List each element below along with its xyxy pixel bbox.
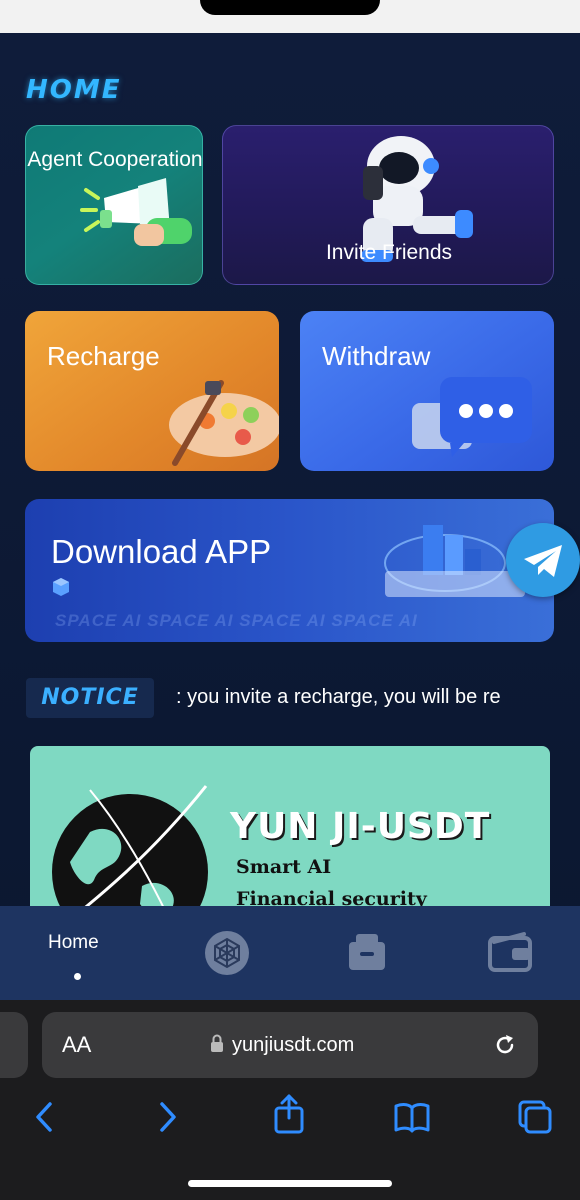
palette-icon xyxy=(169,380,279,466)
banner-title: YUN JI-USDT xyxy=(230,806,491,847)
dynamic-island xyxy=(200,0,380,15)
url-text: yunjiusdt.com xyxy=(232,1034,355,1056)
tab-wallet[interactable] xyxy=(486,906,534,1000)
home-section-title: HOME xyxy=(26,75,122,105)
address-bar[interactable]: AA yunjiusdt.com xyxy=(42,1012,538,1078)
invite-friends-label: Invite Friends xyxy=(325,241,453,264)
megaphone-icon xyxy=(80,178,192,246)
lock-icon xyxy=(211,1034,223,1052)
notice-marquee-text: : you invite a recharge, you will be re xyxy=(176,686,501,708)
tab-active-indicator xyxy=(74,973,81,980)
download-app-card[interactable]: Download APP SPACE AI SPACE AI SPACE AI … xyxy=(25,499,554,642)
recharge-card[interactable]: Recharge xyxy=(25,311,279,471)
browser-toolbar: AA yunjiusdt.com xyxy=(0,1000,580,1200)
bookmarks-icon[interactable] xyxy=(392,1100,432,1134)
download-watermark: SPACE AI SPACE AI SPACE AI SPACE AI xyxy=(55,611,418,630)
home-indicator xyxy=(188,1180,392,1187)
back-icon[interactable] xyxy=(30,1100,56,1134)
invite-friends-card[interactable]: Invite Friends xyxy=(222,125,554,285)
spiderweb-icon xyxy=(205,931,249,975)
mailbox-icon xyxy=(349,934,385,970)
telegram-icon xyxy=(524,545,562,577)
reader-options-button[interactable]: AA xyxy=(62,1032,91,1058)
chat-bubble-icon xyxy=(412,377,532,457)
tab-home[interactable]: Home xyxy=(40,906,116,1000)
banner-subtitle-1: Smart AI xyxy=(236,856,332,878)
agent-cooperation-card[interactable]: Agent Cooperation xyxy=(25,125,203,285)
share-icon[interactable] xyxy=(272,1094,306,1136)
telegram-button[interactable] xyxy=(506,523,580,597)
forward-icon[interactable] xyxy=(156,1100,182,1134)
previous-tab-edge[interactable] xyxy=(0,1012,28,1078)
wallet-icon xyxy=(488,932,532,972)
notice-title: NOTICE xyxy=(26,678,154,718)
reload-icon[interactable] xyxy=(492,1032,518,1058)
bottom-tab-bar: Home xyxy=(0,906,580,1000)
tab-orders[interactable] xyxy=(344,906,390,1000)
status-bar xyxy=(0,0,580,33)
app-content: HOME Agent Cooperation Invite Friends Re… xyxy=(0,33,580,1000)
tab-home-label: Home xyxy=(48,932,99,953)
tabs-icon[interactable] xyxy=(516,1098,554,1136)
notice-bar: NOTICE : you invite a recharge, you will… xyxy=(26,678,556,718)
tab-market[interactable] xyxy=(202,906,252,1000)
withdraw-card[interactable]: Withdraw xyxy=(300,311,554,471)
